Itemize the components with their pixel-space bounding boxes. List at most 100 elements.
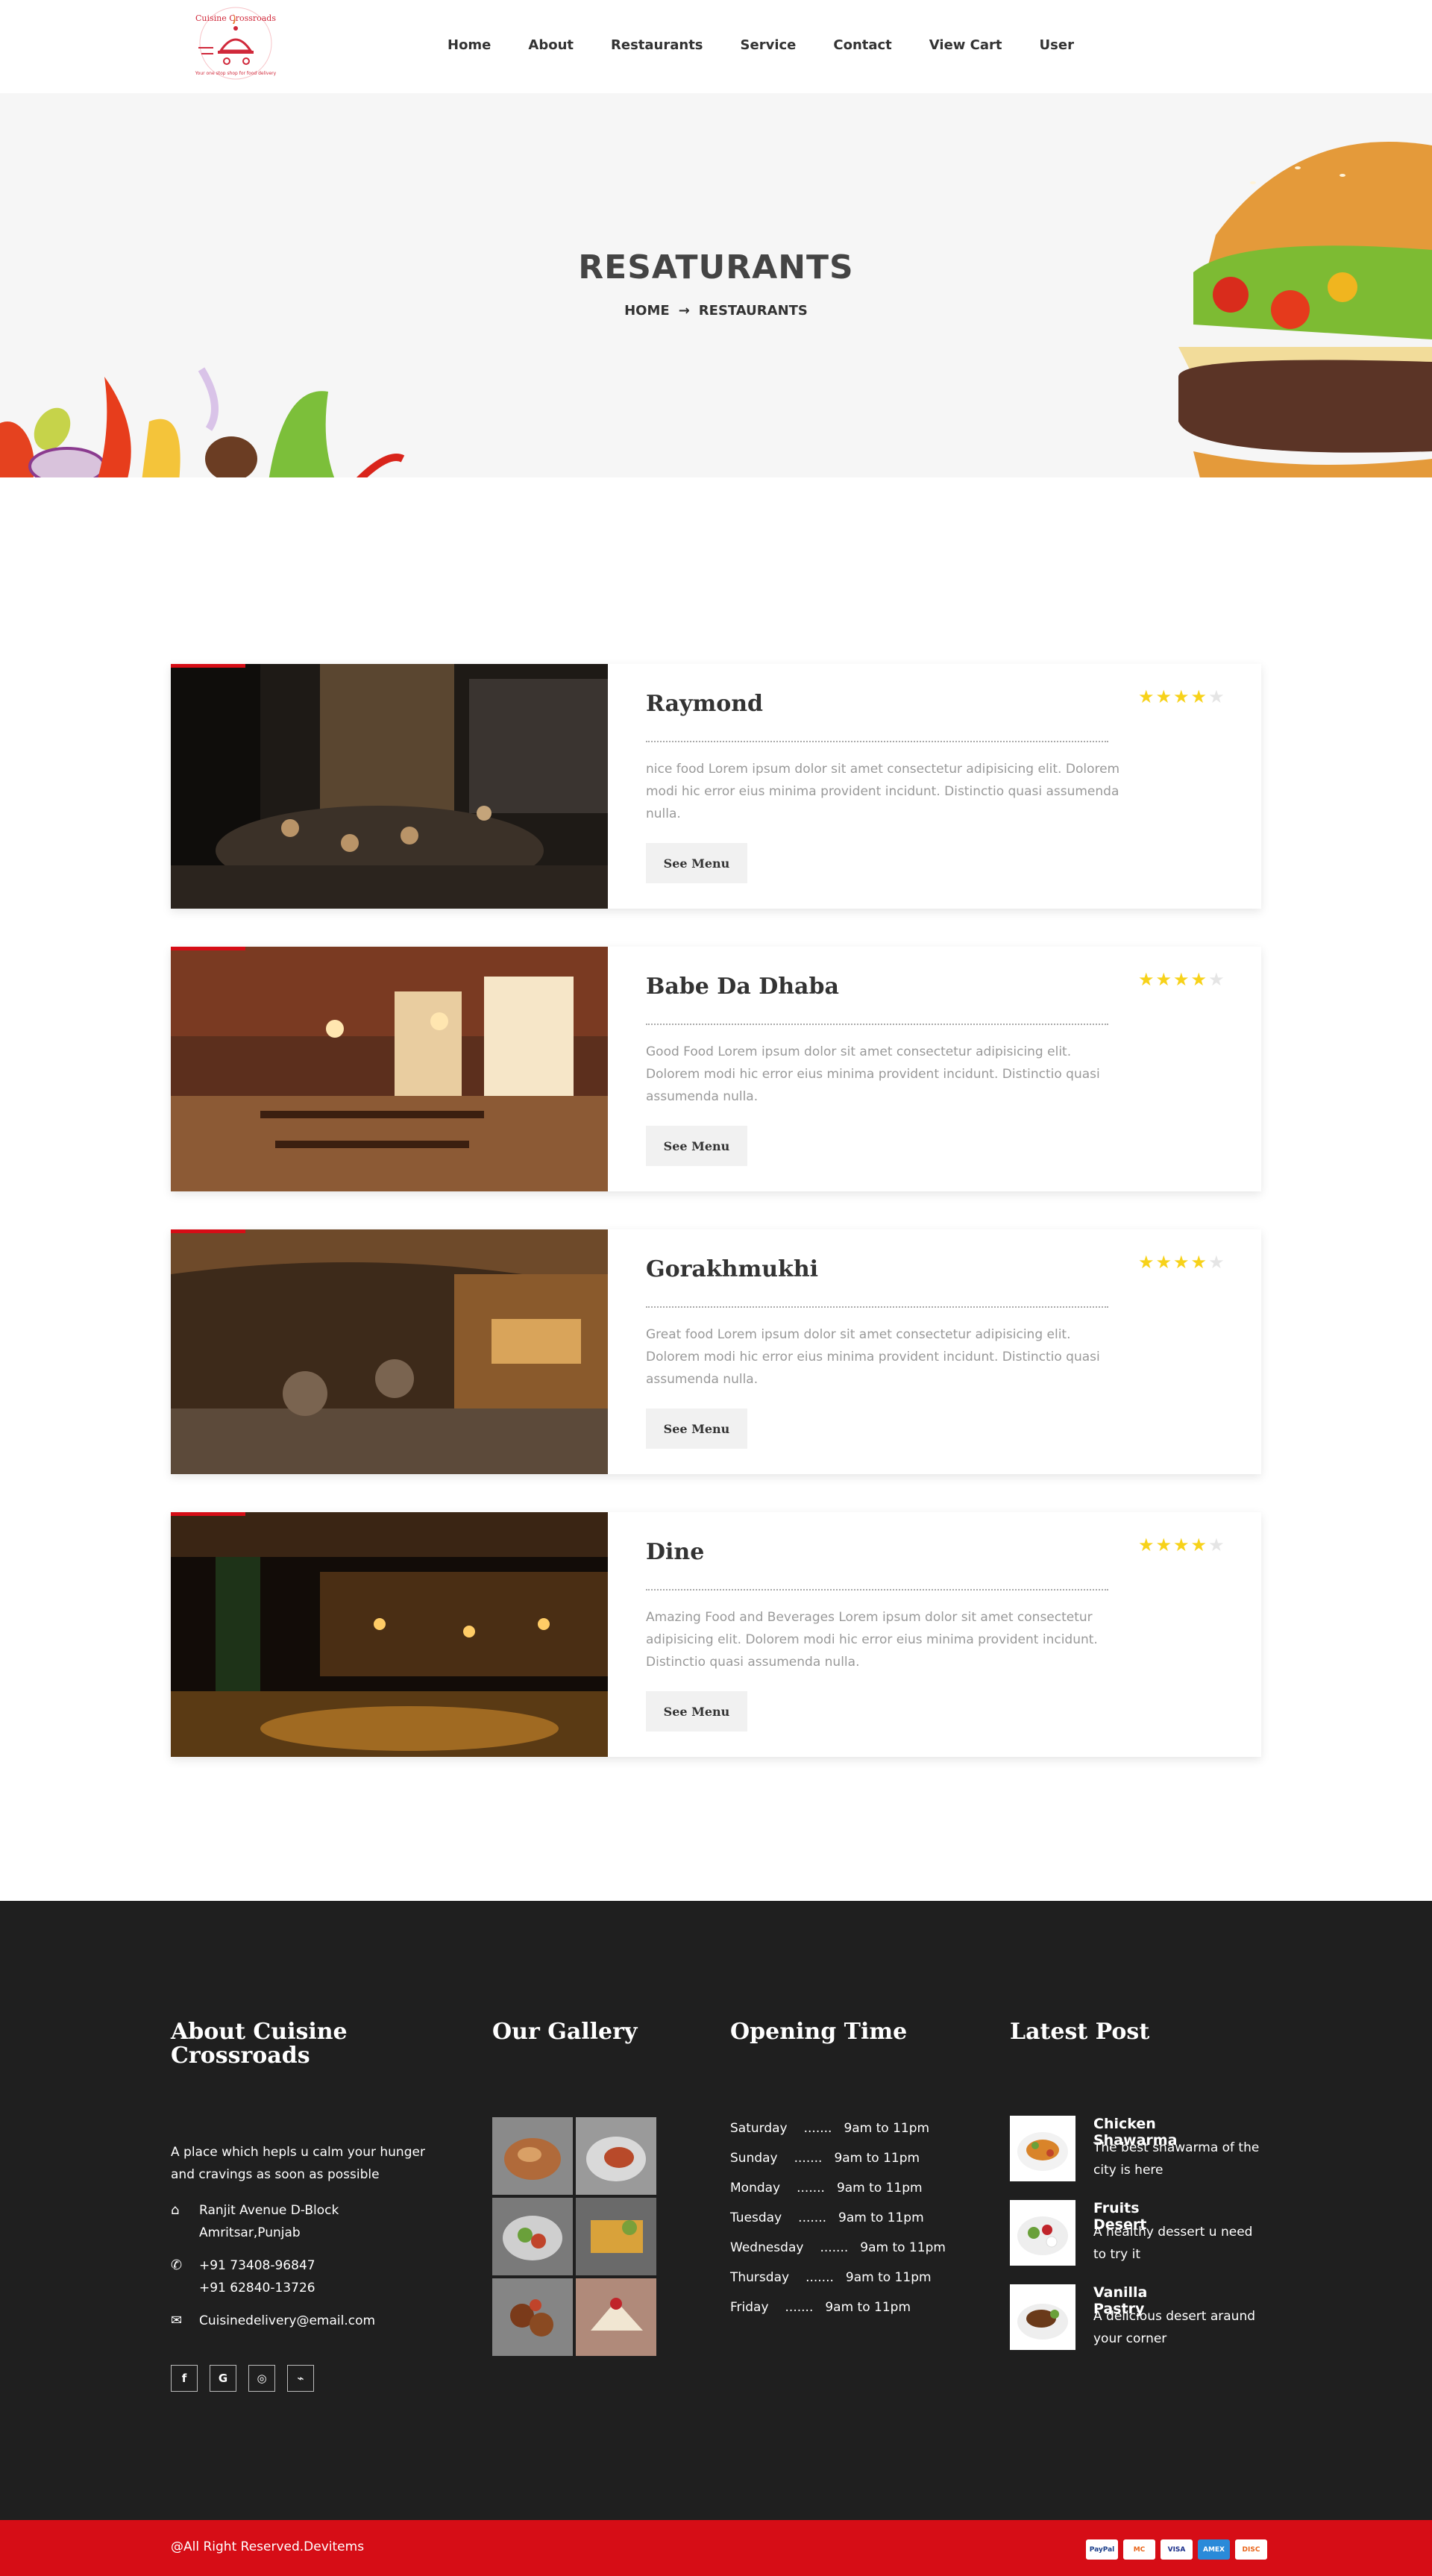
rating-stars: ★★★★★ [1138,1252,1226,1273]
restaurant-description: Amazing Food and Beverages Lorem ipsum d… [646,1610,1098,1670]
home-icon: ⌂ [171,2202,180,2218]
nav-service[interactable]: Service [741,37,797,53]
star-icon: ★ [1138,1535,1156,1555]
time-range: 9am to 11pm [836,2181,923,2196]
rating-stars: ★★★★★ [1138,1535,1226,1555]
dots: ....... [794,2151,823,2166]
dots: ....... [797,2181,825,2196]
gallery-image[interactable] [492,2117,573,2195]
time-range: 9am to 11pm [844,2121,930,2136]
gallery-image[interactable] [576,2198,656,2275]
google-icon[interactable]: G [210,2365,236,2392]
gallery-title: Our Gallery [492,2019,638,2045]
star-icon: ★ [1155,1535,1174,1555]
restaurant-photo[interactable] [171,664,608,909]
dots: ....... [803,2121,832,2136]
star-icon: ★ [1190,969,1209,990]
star-icon: ★ [1138,969,1156,990]
address-line: Amritsar,Punjab [199,2225,301,2240]
day-label: Thursday [730,2270,790,2285]
gallery-image[interactable] [492,2278,573,2356]
day-label: Friday [730,2300,769,2315]
hours-row: Wednesday....... 9am to 11pm [730,2233,946,2263]
nav-user[interactable]: User [1040,37,1074,53]
dots: ....... [820,2240,849,2255]
vegetables-illustration [0,367,405,477]
restaurant-card: Raymond ★★★★★ nice food Lorem ipsum dolo… [171,664,1261,909]
phones: ✆ +91 73408-96847 +91 62840-13726 [171,2254,315,2299]
nav-contact[interactable]: Contact [833,37,891,53]
time-range: 9am to 11pm [834,2151,920,2166]
address-line: Ranjit Avenue D-Block [199,2203,339,2218]
time-range: 9am to 11pm [838,2210,924,2225]
see-menu-button[interactable]: See Menu [646,1126,747,1166]
see-menu-button[interactable]: See Menu [646,1691,747,1732]
svg-text:Cuisine Crossroads: Cuisine Crossroads [195,13,276,23]
restaurant-name[interactable]: Babe Da Dhaba [646,974,839,1000]
star-icon: ★ [1155,686,1174,707]
nav-view-cart[interactable]: View Cart [929,37,1002,53]
phone-number[interactable]: +91 73408-96847 [199,2254,315,2277]
star-icon: ★ [1190,686,1209,707]
see-menu-button[interactable]: See Menu [646,843,747,883]
hours-row: Thursday....... 9am to 11pm [730,2263,946,2293]
phone-number[interactable]: +91 62840-13726 [199,2277,315,2299]
hours-row: Monday....... 9am to 11pm [730,2173,946,2203]
nav-about[interactable]: About [528,37,574,53]
svg-text:Your one stop shop for food de: Your one stop shop for food delivery [195,71,277,76]
post-thumbnail[interactable] [1010,2200,1075,2266]
accent-bar [171,1512,245,1516]
post-thumbnail[interactable] [1010,2284,1075,2350]
star-icon: ★ [1138,1252,1156,1273]
nav-home[interactable]: Home [448,37,491,53]
opening-hours: Saturday....... 9am to 11pm Sunday.......… [730,2113,946,2322]
restaurant-name[interactable]: Dine [646,1539,704,1565]
dots: ....... [798,2210,826,2225]
hours-row: Friday....... 9am to 11pm [730,2293,946,2322]
visa-icon: VISA [1161,2539,1193,2560]
email-address[interactable]: Cuisinedelivery@email.com [199,2310,375,2332]
arrow-right-icon: → [678,303,690,319]
instagram-icon[interactable]: ◎ [248,2365,275,2392]
payment-methods: PayPal MC VISA AMEX DISC [1086,2539,1267,2560]
post-description: The best shawarma of the city is here [1093,2140,1260,2178]
star-icon: ★ [1190,1535,1209,1555]
mastercard-icon: MC [1123,2539,1155,2560]
brand-logo[interactable]: Cuisine Crossroads Your one stop shop fo… [183,1,288,85]
nav-restaurants[interactable]: Restaurants [611,37,703,53]
restaurant-name[interactable]: Raymond [646,691,763,717]
star-icon: ★ [1155,1252,1174,1273]
copyright-text: @All Right Reserved.Devitems [171,2539,365,2554]
hours-row: Tuesday....... 9am to 11pm [730,2203,946,2233]
restaurant-photo[interactable] [171,1512,608,1757]
opening-time-title: Opening Time [730,2019,908,2045]
gallery-image[interactable] [576,2117,656,2195]
about-text: A place which hepls u calm your hunger a… [171,2145,425,2182]
star-icon: ★ [1173,969,1191,990]
accent-bar [171,947,245,950]
restaurant-name[interactable]: Gorakhmukhi [646,1256,818,1282]
restaurant-description: Good Food Lorem ipsum dolor sit amet con… [646,1044,1100,1104]
dots: ....... [785,2300,814,2315]
copyright-bar: @All Right Reserved.Devitems PayPal MC V… [0,2520,1432,2576]
accent-bar [171,664,245,668]
post-thumbnail[interactable] [1010,2116,1075,2181]
restaurant-description: Great food Lorem ipsum dolor sit amet co… [646,1327,1100,1387]
page-banner: RESATURANTS HOME → RESTAURANTS [0,93,1432,477]
site-header: Cuisine Crossroads Your one stop shop fo… [0,0,1432,93]
divider [646,741,1108,742]
facebook-icon[interactable]: f [171,2365,198,2392]
day-label: Saturday [730,2121,788,2136]
restaurant-photo[interactable] [171,1229,608,1474]
gallery-image[interactable] [492,2198,573,2275]
post-description: A healthy dessert u need to try it [1093,2225,1253,2262]
gallery-image[interactable] [576,2278,656,2356]
gallery-grid [492,2117,659,2356]
dots: ....... [806,2270,834,2285]
star-empty-icon: ★ [1208,969,1226,990]
mail-icon: ✉ [171,2313,183,2328]
breadcrumb-home[interactable]: HOME [624,303,670,319]
restaurant-photo[interactable] [171,947,608,1191]
see-menu-button[interactable]: See Menu [646,1408,747,1449]
rss-icon[interactable]: ⌁ [287,2365,314,2392]
